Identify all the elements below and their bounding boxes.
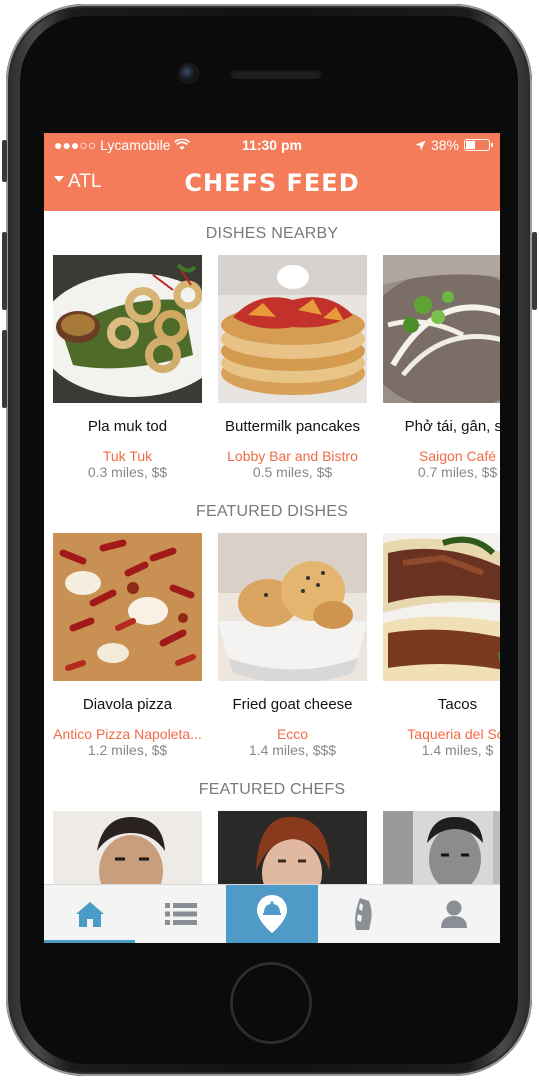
dish-photo-pizza: [53, 533, 202, 681]
dish-name: Fried goat cheese: [232, 696, 353, 713]
section-title-dishes-nearby: DISHES NEARBY: [205, 225, 339, 242]
dish-name: Phở tái, gân, sa: [404, 418, 500, 435]
location-arrow-icon: [415, 140, 426, 150]
power-button: [532, 232, 537, 310]
dish-photo-pancakes: [218, 255, 367, 403]
dish-card[interactable]: Tacos Taqueria del Sol 1.4 miles, $: [383, 533, 500, 758]
dish-card[interactable]: Phở tái, gân, sa Saigon Café 0.7 miles, …: [383, 255, 500, 480]
battery-percent: 38%: [430, 137, 459, 153]
tab-bar: [44, 884, 500, 943]
distance-price: 1.4 miles, $: [421, 742, 494, 758]
tab-nearby[interactable]: [226, 885, 318, 943]
dish-name: Pla muk tod: [87, 418, 168, 435]
distance-price: 0.5 miles, $$: [252, 464, 333, 480]
restaurant-link[interactable]: Tuk Tuk: [53, 448, 202, 464]
tab-home[interactable]: [44, 885, 136, 943]
dish-photo-pho: [383, 255, 500, 403]
featured-chefs-carousel[interactable]: [44, 811, 500, 884]
dish-card[interactable]: Pla muk tod Tuk Tuk 0.3 miles, $$: [53, 255, 202, 480]
mute-switch: [2, 140, 7, 182]
tab-chefs[interactable]: [318, 885, 409, 943]
battery-icon: [464, 139, 493, 151]
app-screen: ●●●○○ Lycamobile 11:30 pm 38% ATL CHEFS …: [44, 133, 500, 943]
list-icon: [164, 903, 197, 925]
restaurant-link[interactable]: Saigon Café: [383, 448, 500, 464]
wifi-icon: [174, 139, 191, 150]
distance-price: 0.3 miles, $$: [87, 464, 168, 480]
dishes-nearby-carousel[interactable]: Pla muk tod Tuk Tuk 0.3 miles, $$ Butter…: [44, 255, 500, 489]
dish-name: Buttermilk pancakes: [224, 418, 361, 435]
home-button[interactable]: [230, 962, 312, 1044]
nav-bar: ATL CHEFS FEED: [44, 157, 500, 211]
battery-level-fill: [466, 141, 476, 149]
restaurant-link[interactable]: Lobby Bar and Bistro: [218, 448, 367, 464]
section-title-featured-dishes: FEATURED DISHES: [195, 503, 349, 520]
dish-card[interactable]: Fried goat cheese Ecco 1.4 miles, $$$: [218, 533, 367, 758]
dish-name: Diavola pizza: [82, 696, 173, 713]
volume-up-button: [2, 232, 7, 310]
dish-photo-calamari: [53, 255, 202, 403]
chef-photo[interactable]: [53, 811, 202, 884]
dish-card[interactable]: Buttermilk pancakes Lobby Bar and Bistro…: [218, 255, 367, 480]
restaurant-link[interactable]: Ecco: [218, 726, 367, 742]
carrier-label: ●●●○○ Lycamobile: [54, 137, 171, 153]
tab-lists[interactable]: [135, 885, 226, 943]
featured-dishes-carousel[interactable]: Diavola pizza Antico Pizza Napoleta... 1…: [44, 533, 500, 767]
app-title: CHEFS FEED: [184, 169, 360, 197]
distance-price: 1.2 miles, $$: [87, 742, 168, 758]
dish-card[interactable]: Diavola pizza Antico Pizza Napoleta... 1…: [53, 533, 202, 758]
chef-photo[interactable]: [218, 811, 367, 884]
dish-photo-goat-cheese: [218, 533, 367, 681]
dish-name: Tacos: [437, 696, 478, 713]
home-icon: [75, 902, 104, 927]
profile-icon: [441, 900, 468, 928]
dish-photo-tacos: [383, 533, 500, 681]
distance-price: 1.4 miles, $$$: [248, 742, 337, 758]
front-camera: [180, 65, 197, 82]
restaurant-link[interactable]: Taqueria del Sol: [383, 726, 500, 742]
tab-profile[interactable]: [409, 885, 500, 943]
volume-down-button: [2, 330, 7, 408]
chef-photo[interactable]: [383, 811, 500, 884]
feed-content[interactable]: DISHES NEARBY Pla muk tod Tuk Tuk 0.3 mi…: [44, 211, 500, 884]
distance-price: 0.7 miles, $$: [417, 464, 498, 480]
restaurant-link[interactable]: Antico Pizza Napoleta...: [53, 726, 202, 742]
chef-knife-icon: [355, 898, 372, 930]
earpiece-speaker: [230, 69, 322, 79]
section-title-featured-chefs: FEATURED CHEFS: [198, 781, 346, 798]
dish-location-icon: [257, 895, 287, 933]
status-bar: ●●●○○ Lycamobile 11:30 pm 38%: [44, 133, 500, 157]
